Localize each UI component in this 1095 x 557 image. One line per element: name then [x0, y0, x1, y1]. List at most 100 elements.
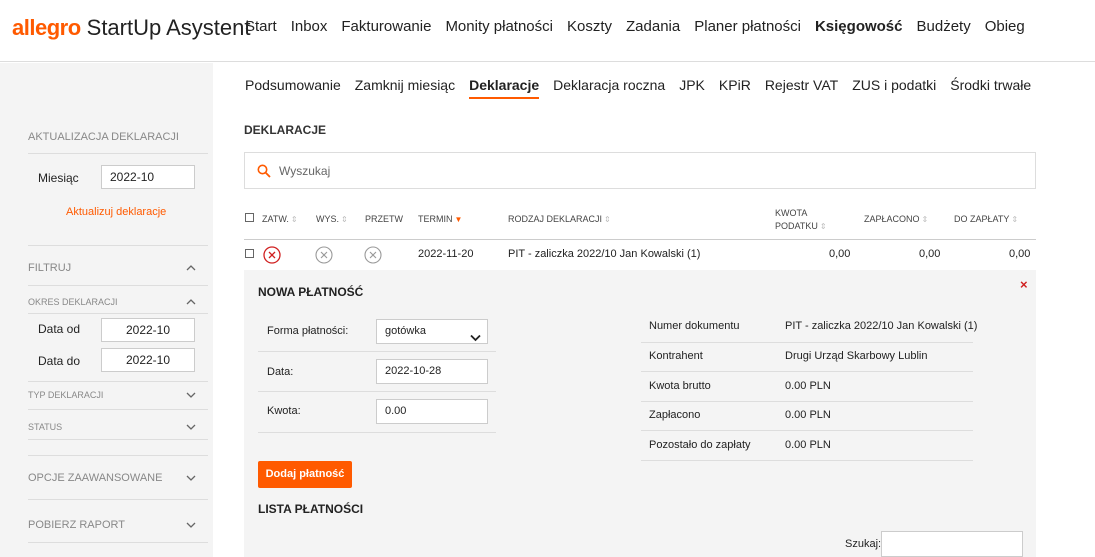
nav-ksiegowosc[interactable]: Księgowość — [815, 18, 903, 35]
col-paid[interactable]: ZAPŁACONO ⇕ — [864, 214, 928, 224]
product-name: StartUp Asystent — [86, 15, 251, 40]
date-to-input[interactable]: 2022-10 — [101, 348, 195, 372]
tab-srodki-trwale[interactable]: Środki trwałe — [950, 77, 1031, 99]
payment-date-input[interactable]: 2022-10-28 — [376, 359, 488, 384]
divider — [28, 153, 208, 154]
divider — [28, 409, 208, 410]
amount-input[interactable]: 0.00 — [376, 399, 488, 424]
search-placeholder: Wyszukaj — [279, 164, 331, 178]
x-circle-icon[interactable] — [364, 246, 382, 264]
chevron-up-icon[interactable] — [186, 263, 196, 273]
advanced-heading[interactable]: OPCJE ZAAWANSOWANE — [28, 472, 208, 484]
row-tax: 0,00 — [829, 248, 851, 260]
update-heading: AKTUALIZACJA DEKLARACJI — [28, 131, 179, 143]
detail-value: Drugi Urząd Skarbowy Lublin — [785, 350, 928, 362]
nav-planer[interactable]: Planer płatności — [694, 18, 801, 35]
divider — [28, 381, 208, 382]
col-sent[interactable]: WYS. ⇕ — [316, 214, 348, 224]
search-icon — [257, 164, 271, 183]
amount-label: Kwota: — [267, 405, 301, 417]
divider — [28, 313, 208, 314]
sort-icon: ⇕ — [604, 215, 611, 224]
nav-obieg[interactable]: Obieg — [985, 18, 1025, 35]
tab-deklaracja-roczna[interactable]: Deklaracja roczna — [553, 77, 665, 99]
month-input[interactable]: 2022-10 — [101, 165, 195, 189]
payment-method-select[interactable]: gotówka — [376, 319, 488, 344]
page-title: DEKLARACJE — [244, 123, 327, 137]
tab-deklaracje[interactable]: Deklaracje — [469, 77, 540, 99]
status-heading[interactable]: STATUS — [28, 422, 208, 432]
form-label: Forma płatności: — [267, 325, 349, 337]
nav-budzety[interactable]: Budżety — [917, 18, 971, 35]
sort-icon: ⇕ — [1011, 215, 1019, 224]
col-processed[interactable]: PRZETW — [365, 214, 403, 224]
col-processed-label: PRZETW — [365, 214, 403, 224]
chevron-down-icon[interactable] — [186, 390, 196, 400]
tab-zus[interactable]: ZUS i podatki — [852, 77, 936, 99]
col-to-pay[interactable]: DO ZAPŁATY ⇕ — [954, 214, 1018, 224]
detail-label: Numer dokumentu — [649, 320, 740, 332]
row-checkbox[interactable] — [245, 249, 254, 258]
tab-rejestr-vat[interactable]: Rejestr VAT — [765, 77, 838, 99]
nav-zadania[interactable]: Zadania — [626, 18, 680, 35]
date-from-input[interactable]: 2022-10 — [101, 318, 195, 342]
tab-kpir[interactable]: KPiR — [719, 77, 751, 99]
detail-value: 0.00 PLN — [785, 439, 831, 451]
nav-monity[interactable]: Monity płatności — [445, 18, 553, 35]
chevron-down-icon[interactable] — [186, 473, 196, 483]
chevron-up-icon[interactable] — [186, 297, 196, 307]
divider — [28, 285, 208, 286]
add-payment-button[interactable]: Dodaj płatność — [258, 461, 352, 488]
col-tax[interactable]: KWOTA PODATKU ⇕ — [775, 207, 827, 233]
tab-jpk[interactable]: JPK — [679, 77, 705, 99]
divider — [28, 439, 208, 440]
col-type[interactable]: RODZAJ DEKLARACJI ⇕ — [508, 214, 611, 224]
col-approved-label: ZATW. — [262, 214, 289, 224]
divider — [641, 371, 973, 372]
col-tax-label-1: KWOTA — [775, 208, 808, 218]
nav-koszty[interactable]: Koszty — [567, 18, 612, 35]
sub-nav: Podsumowanie Zamknij miesiąc Deklaracje … — [245, 77, 1045, 99]
divider — [258, 351, 496, 352]
row-type[interactable]: PIT - zaliczka 2022/10 Jan Kowalski (1) — [508, 248, 700, 260]
select-all-checkbox[interactable] — [245, 213, 254, 222]
new-payment-panel: NOWA PŁATNOŚĆ × Forma płatności: gotówka… — [244, 270, 1036, 557]
divider — [28, 499, 208, 500]
divider — [258, 432, 496, 433]
search-input[interactable]: Wyszukaj — [244, 152, 1036, 189]
col-due[interactable]: TERMIN ▼ — [418, 214, 462, 224]
chevron-down-icon[interactable] — [186, 422, 196, 432]
month-label: Miesiąc — [38, 171, 79, 185]
sort-icon: ⇕ — [921, 215, 929, 224]
divider — [641, 342, 973, 343]
report-heading[interactable]: POBIERZ RAPORT — [28, 519, 208, 531]
sort-icon: ⇕ — [819, 222, 827, 231]
col-type-label: RODZAJ DEKLARACJI — [508, 214, 603, 224]
date-from-label: Data od — [38, 322, 81, 336]
period-heading[interactable]: OKRES DEKLARACJI — [28, 297, 208, 307]
divider — [258, 391, 496, 392]
chevron-down-icon[interactable] — [186, 520, 196, 530]
nav-fakturowanie[interactable]: Fakturowanie — [341, 18, 431, 35]
list-search-input[interactable] — [881, 531, 1023, 557]
nav-inbox[interactable]: Inbox — [291, 18, 328, 35]
payment-list-title: LISTA PŁATNOŚCI — [258, 502, 364, 516]
close-icon[interactable]: × — [1020, 277, 1028, 292]
detail-value: 0.00 PLN — [785, 380, 831, 392]
filter-heading[interactable]: FILTRUJ — [28, 262, 208, 274]
tab-podsumowanie[interactable]: Podsumowanie — [245, 77, 341, 99]
x-circle-icon[interactable] — [263, 246, 281, 264]
logo[interactable]: allegro StartUp Asystent — [12, 14, 251, 42]
x-circle-icon[interactable] — [315, 246, 333, 264]
main-nav: Start Inbox Fakturowanie Monity płatnośc… — [245, 18, 1039, 35]
list-search-label: Szukaj: — [845, 538, 882, 550]
col-approved[interactable]: ZATW. ⇕ — [262, 214, 298, 224]
date-label: Data: — [267, 366, 294, 378]
update-declarations-link[interactable]: Aktualizuj deklaracje — [66, 206, 166, 218]
detail-label: Zapłacono — [649, 409, 701, 421]
nav-start[interactable]: Start — [245, 18, 277, 35]
row-paid: 0,00 — [919, 248, 941, 260]
tab-zamknij-miesiac[interactable]: Zamknij miesiąc — [355, 77, 455, 99]
sort-desc-icon: ▼ — [454, 215, 463, 224]
type-heading[interactable]: TYP DEKLARACJI — [28, 390, 208, 400]
